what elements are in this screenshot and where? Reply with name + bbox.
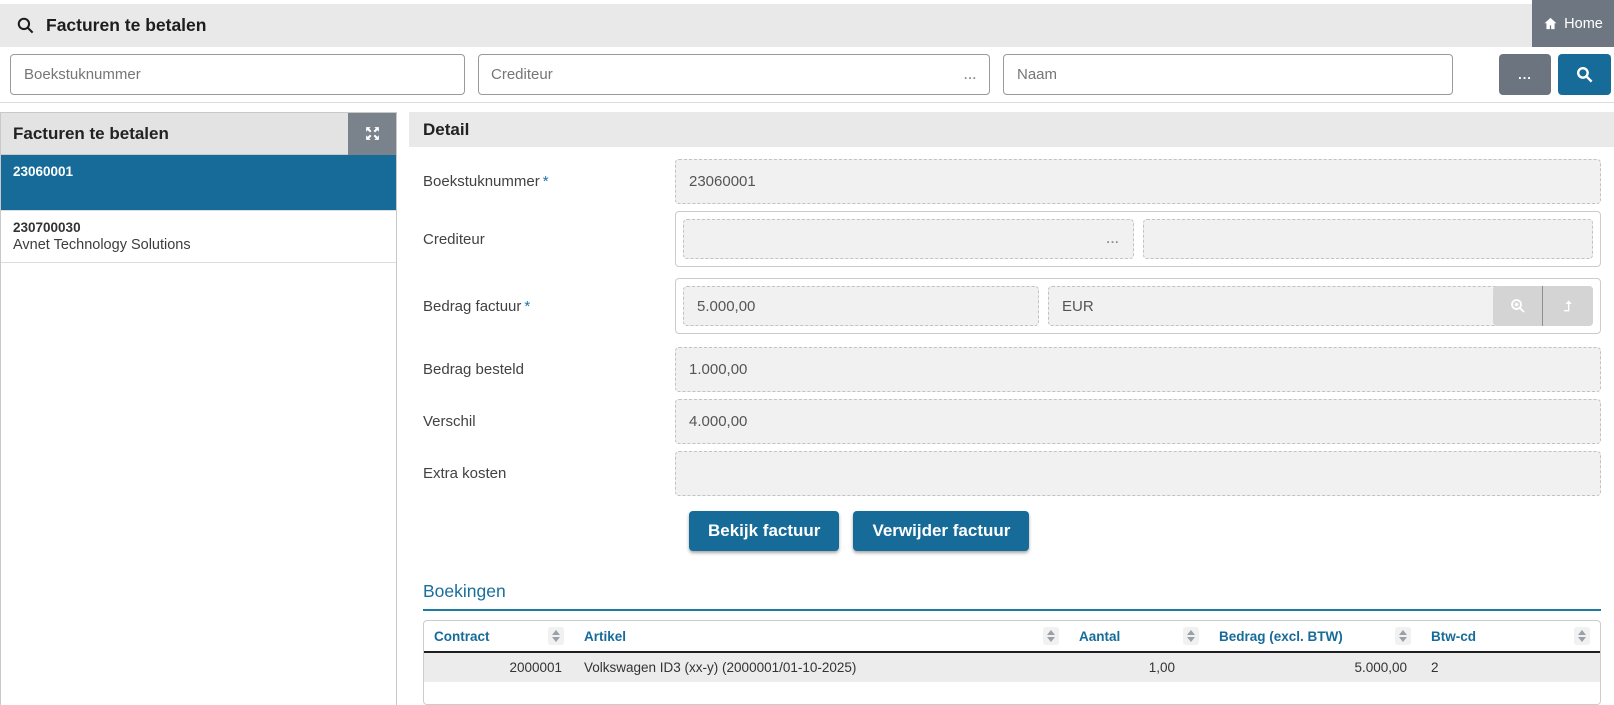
search-plus-icon (1509, 297, 1527, 315)
detail-form: Boekstuknummer* 23060001 Crediteur ... (409, 147, 1614, 705)
search-icon (1575, 65, 1594, 84)
currency-convert-button[interactable] (1543, 286, 1593, 326)
form-row-bedrag-besteld: Bedrag besteld 1.000,00 (423, 347, 1601, 392)
boekstuknummer-field: 23060001 (675, 159, 1601, 204)
currency-lookup-button[interactable] (1493, 286, 1543, 326)
toolbar-buttons: ... (1499, 54, 1611, 95)
app-window: Facturen te betalen Home ... ... (0, 0, 1614, 705)
sort-icon[interactable] (548, 627, 564, 645)
bedrag-factuur-amount-field: 5.000,00 (683, 286, 1039, 326)
cell-aantal: 1,00 (1069, 652, 1209, 682)
naam-search-input[interactable] (1003, 54, 1453, 95)
form-row-boekstuknummer: Boekstuknummer* 23060001 (423, 159, 1601, 204)
field-label: Boekstuknummer* (423, 173, 675, 190)
invoice-number: 230700030 (13, 220, 384, 235)
form-row-verschil: Verschil 4.000,00 (423, 399, 1601, 444)
bedrag-factuur-field-group: 5.000,00 EUR (675, 278, 1601, 334)
sort-icon[interactable] (1183, 627, 1199, 645)
page-title: Facturen te betalen (46, 15, 206, 36)
sort-icon[interactable] (1043, 627, 1059, 645)
detail-actions: Bekijk factuur Verwijder factuur (689, 511, 1601, 551)
list-panel-title: Facturen te betalen (1, 124, 169, 144)
field-label: Bedrag factuur* (423, 298, 675, 315)
boekingen-section-title: Boekingen (423, 581, 1601, 611)
field-label: Crediteur (423, 231, 675, 248)
home-button-label: Home (1564, 16, 1603, 32)
detail-panel-title: Detail (409, 112, 1614, 147)
empty-table-row (424, 682, 1600, 704)
form-row-crediteur: Crediteur ... (423, 211, 1601, 267)
sort-icon[interactable] (1574, 627, 1590, 645)
column-header-aantal[interactable]: Aantal (1069, 621, 1209, 652)
ellipsis-lookup-icon[interactable]: ... (964, 69, 977, 81)
list-item-invoice[interactable]: 23060001 (1, 155, 396, 211)
boekstuknummer-search-input[interactable] (10, 54, 465, 95)
field-label: Bedrag besteld (423, 361, 675, 378)
detail-panel: Detail Boekstuknummer* 23060001 Crediteu… (409, 112, 1614, 705)
invoice-list-panel: Facturen te betalen 23060001 230700030 A… (0, 112, 397, 705)
list-panel-header: Facturen te betalen (1, 113, 396, 155)
required-asterisk: * (543, 173, 549, 190)
search-toolbar: ... ... (0, 47, 1614, 103)
crediteur-field-group: ... (675, 211, 1601, 267)
column-header-contract[interactable]: Contract (424, 621, 574, 652)
column-header-btw-cd[interactable]: Btw-cd (1421, 621, 1600, 652)
extra-kosten-field (675, 451, 1601, 496)
field-label: Verschil (423, 413, 675, 430)
list-item-invoice[interactable]: 230700030 Avnet Technology Solutions (1, 211, 396, 263)
form-row-bedrag-factuur: Bedrag factuur* 5.000,00 EUR (423, 278, 1601, 334)
page-header: Facturen te betalen Home (0, 0, 1614, 47)
crediteur-search-text[interactable] (491, 66, 964, 83)
table-row[interactable]: 2000001 Volkswagen ID3 (xx-y) (2000001/0… (424, 652, 1600, 682)
invoice-creditor-name: Avnet Technology Solutions (13, 237, 384, 253)
form-row-extra-kosten: Extra kosten (423, 451, 1601, 496)
ellipsis-lookup-icon: ... (1106, 233, 1119, 245)
cell-contract: 2000001 (424, 652, 574, 682)
boekingen-table-container: Contract Artikel Aantal (423, 620, 1601, 705)
level-up-icon (1560, 298, 1576, 314)
delete-invoice-button[interactable]: Verwijder factuur (853, 511, 1029, 551)
verschil-field: 4.000,00 (675, 399, 1601, 444)
sort-icon[interactable] (1395, 627, 1411, 645)
currency-buttons (1493, 286, 1593, 326)
cell-btw-cd: 2 (1421, 652, 1600, 682)
field-label: Extra kosten (423, 465, 675, 482)
invoice-number: 23060001 (13, 164, 384, 179)
crediteur-code-field: ... (683, 219, 1134, 259)
column-header-artikel[interactable]: Artikel (574, 621, 1069, 652)
crediteur-name-field (1143, 219, 1594, 259)
home-icon (1543, 16, 1558, 31)
cell-bedrag: 5.000,00 (1209, 652, 1421, 682)
bedrag-besteld-field: 1.000,00 (675, 347, 1601, 392)
main-content: Facturen te betalen 23060001 230700030 A… (0, 103, 1614, 705)
table-header-row: Contract Artikel Aantal (424, 621, 1600, 652)
expand-panel-button[interactable] (348, 113, 396, 155)
expand-arrows-icon (364, 125, 381, 142)
cell-artikel: Volkswagen ID3 (xx-y) (2000001/01-10-202… (574, 652, 1069, 682)
boekingen-table: Contract Artikel Aantal (424, 621, 1600, 704)
search-button[interactable] (1558, 54, 1611, 95)
crediteur-search-input[interactable]: ... (478, 54, 990, 95)
home-button[interactable]: Home (1532, 0, 1614, 47)
search-icon (16, 16, 35, 35)
view-invoice-button[interactable]: Bekijk factuur (689, 511, 839, 551)
column-header-bedrag[interactable]: Bedrag (excl. BTW) (1209, 621, 1421, 652)
required-asterisk: * (524, 298, 530, 315)
more-options-button[interactable]: ... (1499, 54, 1551, 95)
